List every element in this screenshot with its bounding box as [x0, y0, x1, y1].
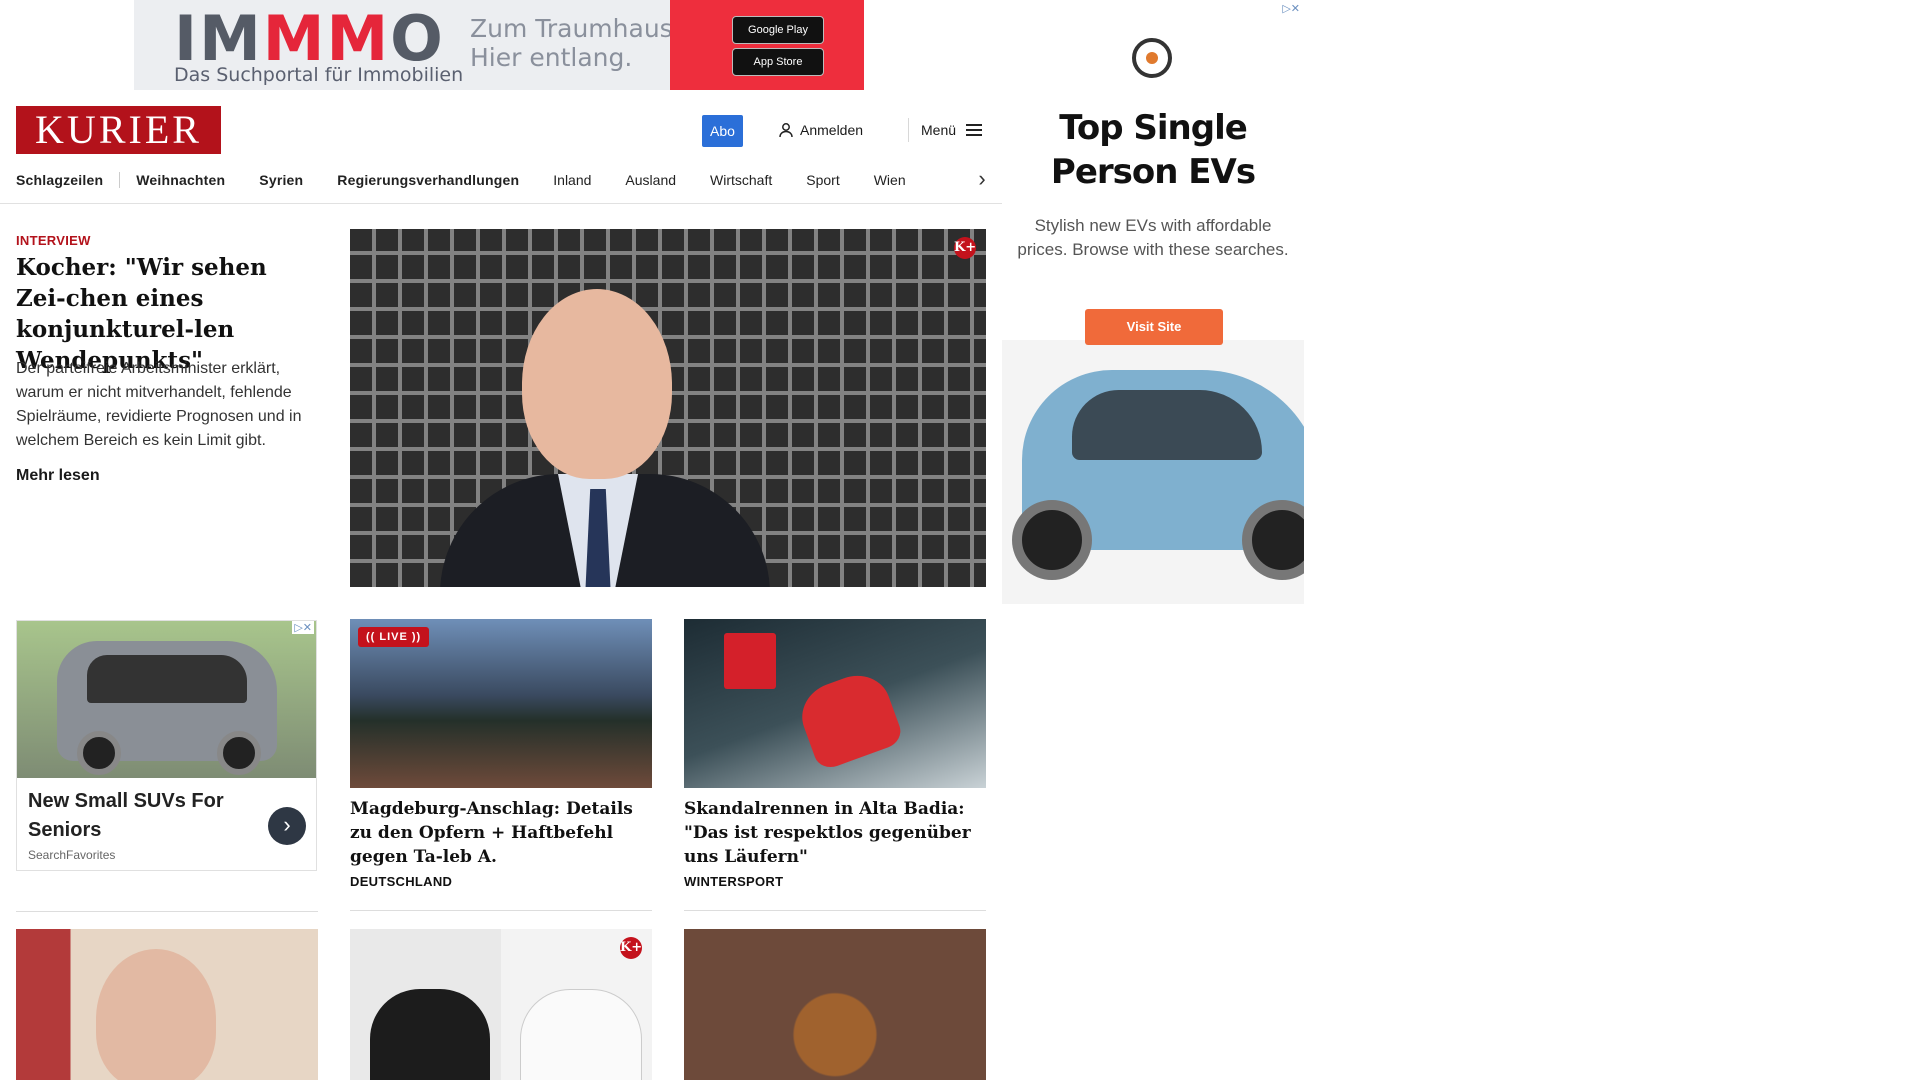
nav-item-regierungsverhandlungen[interactable]: Regierungsverhandlungen	[337, 172, 519, 188]
card-divider	[684, 910, 986, 911]
image-person-head	[522, 289, 672, 479]
adchoices-icon[interactable]: ▷✕	[1282, 2, 1300, 15]
hamburger-icon	[966, 124, 983, 136]
kplus-badge-icon: K+	[620, 937, 642, 959]
article-thumbnail[interactable]	[16, 929, 318, 1080]
steering-wheel-icon	[1132, 38, 1172, 78]
nav-item-ausland[interactable]: Ausland	[625, 172, 676, 188]
ad-store-panel: Google Play App Store	[670, 0, 864, 90]
card-divider	[350, 910, 652, 911]
image-person-left	[370, 989, 490, 1080]
sponsored-card-image	[17, 621, 316, 778]
article-category[interactable]: WINTERSPORT	[684, 874, 783, 889]
article-card[interactable]: Skandalrennen in Alta Badia: "Das ist re…	[684, 619, 986, 911]
card-divider	[16, 911, 318, 912]
race-gate-flag	[724, 633, 776, 689]
user-icon	[779, 123, 793, 138]
article-thumbnail[interactable]	[684, 929, 986, 1080]
visit-site-button[interactable]: Visit Site	[1085, 309, 1223, 345]
ad-tagline: Das Suchportal für Immobilien	[174, 64, 464, 86]
nav-item-syrien[interactable]: Syrien	[259, 172, 303, 188]
menu-button[interactable]: Menü	[908, 118, 983, 142]
lead-teaser: Der parteifreie Arbeitsminister erklärt,…	[16, 360, 302, 449]
nav-item-schlagzeilen[interactable]: Schlagzeilen	[16, 172, 121, 188]
side-ad-car-image	[1002, 340, 1304, 604]
image-person-head	[96, 949, 216, 1080]
abo-button[interactable]: Abo	[702, 115, 743, 147]
side-ad-body: Stylish new EVs with affordable prices. …	[1017, 216, 1289, 259]
nav-item-inland[interactable]: Inland	[553, 172, 591, 188]
adchoices-icon[interactable]: ▷✕	[292, 621, 314, 634]
side-ad-headline: Top Single Person EVs	[1050, 108, 1256, 192]
chevron-right-icon[interactable]: ›	[970, 168, 994, 192]
chevron-right-icon[interactable]: ›	[268, 807, 306, 845]
menu-label: Menü	[921, 122, 957, 138]
article-title[interactable]: Magdeburg-Anschlag: Details zu den Opfer…	[350, 797, 652, 869]
article-category[interactable]: DEUTSCHLAND	[350, 874, 452, 889]
section-nav: Schlagzeilen Weihnachten Syrien Regierun…	[16, 168, 984, 192]
nav-item-wirtschaft[interactable]: Wirtschaft	[710, 172, 772, 188]
sponsored-card[interactable]: ▷✕ New Small SUVs For Seniors SearchFavo…	[16, 620, 317, 871]
article-title[interactable]: Skandalrennen in Alta Badia: "Das ist re…	[684, 797, 986, 869]
article-card[interactable]: (( LIVE )) Magdeburg-Anschlag: Details z…	[350, 619, 652, 911]
ad-claim: Zum Traumhaus? Hier entlang.	[470, 14, 686, 72]
car-window	[1072, 390, 1262, 460]
car-wheel	[217, 731, 261, 775]
sponsored-card-source: SearchFavorites	[28, 848, 116, 862]
lead-kicker: INTERVIEW	[16, 233, 91, 248]
app-store-button[interactable]: App Store	[732, 48, 824, 76]
top-banner-ad[interactable]: IMMMO Das Suchportal für Immobilien Zum …	[134, 0, 864, 90]
nav-item-weihnachten[interactable]: Weihnachten	[136, 172, 225, 188]
google-play-button[interactable]: Google Play	[732, 16, 824, 44]
live-badge: (( LIVE ))	[358, 627, 430, 647]
car-wheel	[1012, 500, 1092, 580]
nav-item-wien[interactable]: Wien	[874, 172, 906, 188]
article-thumbnail[interactable]: K+	[350, 929, 652, 1080]
kurier-logo[interactable]: KURIER	[16, 106, 221, 154]
article-thumbnail: (( LIVE ))	[350, 619, 652, 788]
nav-item-sport[interactable]: Sport	[806, 172, 839, 188]
nav-divider	[0, 203, 1002, 204]
login-label: Anmelden	[800, 122, 864, 138]
car-wheel	[77, 731, 121, 775]
kplus-badge-icon: K+	[954, 237, 976, 259]
read-more-link[interactable]: Mehr lesen	[16, 467, 100, 485]
skier-figure	[793, 666, 905, 772]
lead-image[interactable]: K+	[350, 229, 986, 587]
image-person-right	[520, 989, 642, 1080]
side-ad[interactable]: ▷✕ Top Single Person EVs Stylish new EVs…	[1002, 0, 1304, 604]
car-window	[87, 655, 247, 703]
login-button[interactable]: Anmelden	[778, 118, 863, 142]
sponsored-card-title: New Small SUVs For Seniors	[28, 790, 224, 841]
article-thumbnail	[684, 619, 986, 788]
